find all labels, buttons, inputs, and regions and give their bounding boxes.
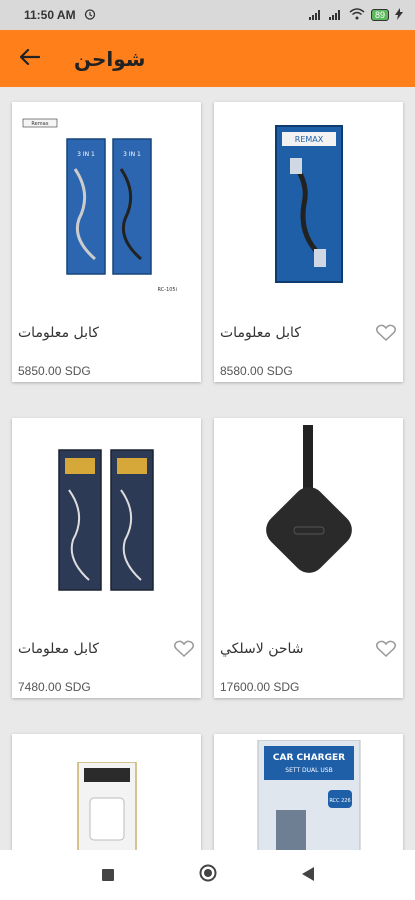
package-brand: REMAX bbox=[294, 135, 323, 144]
product-name: كابل معلومات bbox=[18, 325, 99, 341]
square-icon bbox=[101, 866, 114, 885]
page-title: شواحن bbox=[74, 46, 146, 71]
signal-icon bbox=[308, 8, 323, 23]
product-image bbox=[214, 418, 403, 622]
wifi-icon bbox=[349, 7, 365, 23]
product-image bbox=[12, 418, 201, 622]
package-header: Remax bbox=[31, 121, 48, 127]
app-bar: شواحن bbox=[0, 30, 415, 87]
package-label: 3 IN 1 bbox=[77, 151, 95, 158]
alarm-icon bbox=[84, 8, 96, 23]
battery-level: 89 bbox=[374, 10, 385, 20]
status-left: 11:50 AM bbox=[24, 8, 96, 23]
package-line1: CAR CHARGER bbox=[272, 753, 344, 763]
product-price: 8580.00 SDG bbox=[220, 364, 293, 378]
package-label: 3 IN 1 bbox=[123, 151, 141, 158]
product-name: شاحن لاسلكي bbox=[220, 641, 304, 657]
product-card[interactable]: Remax 3 IN 1 3 IN 1 RC-105i كابل معلومات… bbox=[12, 102, 201, 382]
product-info-row: كابل معلومات bbox=[12, 622, 201, 676]
recents-button[interactable] bbox=[94, 861, 122, 889]
product-price: 7480.00 SDG bbox=[18, 680, 91, 694]
product-image bbox=[12, 734, 201, 850]
product-image: CAR CHARGER SETT DUAL USB RCC 226 bbox=[214, 734, 403, 850]
system-nav-bar bbox=[0, 850, 415, 900]
triangle-icon bbox=[301, 866, 314, 885]
signal-icon-2 bbox=[328, 8, 343, 23]
product-card[interactable]: CAR CHARGER SETT DUAL USB RCC 226 bbox=[214, 734, 403, 850]
system-back-button[interactable] bbox=[294, 861, 322, 889]
product-image: REMAX bbox=[214, 102, 403, 306]
product-price: 5850.00 SDG bbox=[18, 364, 91, 378]
home-button[interactable] bbox=[194, 861, 222, 889]
charging-icon bbox=[395, 7, 403, 23]
package-line2: SETT DUAL USB bbox=[285, 767, 332, 774]
battery-icon: 89 bbox=[370, 9, 389, 21]
circle-icon bbox=[199, 864, 217, 886]
product-card[interactable]: شاحن لاسلكي 17600.00 SDG bbox=[214, 418, 403, 698]
package-model: RC-105i bbox=[157, 287, 176, 293]
product-name: كابل معلومات bbox=[220, 325, 301, 341]
status-right: 89 bbox=[308, 7, 403, 23]
product-info-row: شاحن لاسلكي bbox=[214, 622, 403, 676]
product-grid: REMAX كابل معلومات 8580.00 SDG Remax 3 I… bbox=[0, 87, 415, 850]
status-time: 11:50 AM bbox=[24, 8, 76, 22]
product-info-row: كابل معلومات bbox=[12, 306, 201, 360]
back-button[interactable] bbox=[0, 30, 60, 87]
heart-icon[interactable] bbox=[173, 638, 195, 660]
product-card[interactable] bbox=[12, 734, 201, 850]
product-card[interactable]: REMAX كابل معلومات 8580.00 SDG bbox=[214, 102, 403, 382]
product-image: Remax 3 IN 1 3 IN 1 RC-105i bbox=[12, 102, 201, 306]
product-price: 17600.00 SDG bbox=[220, 680, 300, 694]
package-model-badge: RCC 226 bbox=[329, 798, 350, 804]
heart-icon[interactable] bbox=[375, 638, 397, 660]
heart-icon[interactable] bbox=[375, 322, 397, 344]
arrow-left-icon bbox=[19, 48, 41, 69]
status-bar: 11:50 AM 89 bbox=[0, 0, 415, 30]
product-info-row: كابل معلومات bbox=[214, 306, 403, 360]
product-card[interactable]: كابل معلومات 7480.00 SDG bbox=[12, 418, 201, 698]
product-name: كابل معلومات bbox=[18, 641, 99, 657]
